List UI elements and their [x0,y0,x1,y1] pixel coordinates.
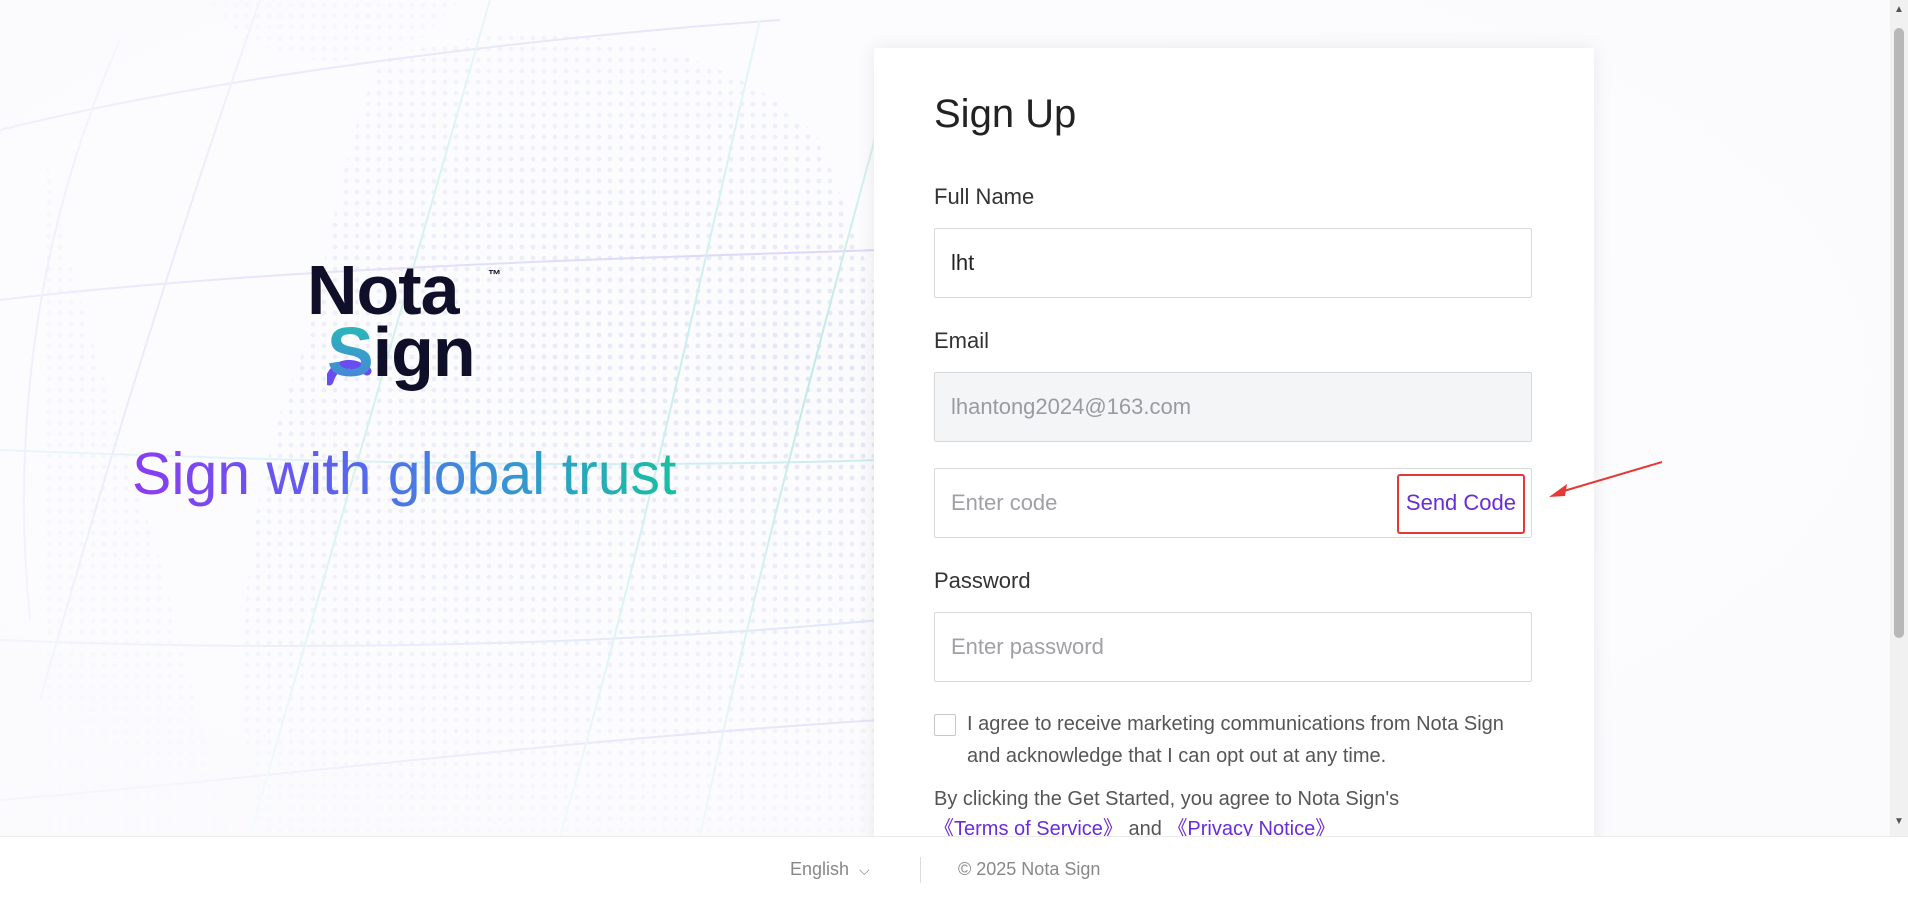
scrollbar-thumb[interactable] [1894,28,1904,638]
brand-panel: Nota ™ Sign Sign with global trust [0,0,874,836]
code-input[interactable]: Enter code Send Code [934,468,1532,538]
password-label: Password [934,568,1031,593]
full-name-input[interactable]: lht [934,228,1532,298]
scroll-up-icon[interactable]: ▲ [1894,4,1904,15]
language-label: English [790,859,850,879]
email-label: Email [934,328,990,353]
language-selector[interactable]: English ⌵ [790,859,870,880]
vertical-scrollbar[interactable]: ▲ ▼ [1890,0,1908,836]
copyright: © 2025 Nota Sign [958,859,1101,879]
terms-of-service-link[interactable]: 《Terms of Service》 [934,818,1123,836]
marketing-consent-text: I agree to receive marketing communicati… [967,713,1504,767]
page-title: Sign Up [934,92,1077,136]
send-code-button[interactable]: Send Code [1396,474,1525,534]
marketing-consent-checkbox[interactable] [934,714,956,736]
scroll-down-icon[interactable]: ▼ [1894,816,1904,827]
logo-letter-s: S [327,313,374,391]
terms-prefix: By clicking the Get Started, you agree t… [934,788,1400,810]
tagline: Sign with global trust [132,438,676,510]
footer-divider [920,857,921,883]
code-placeholder: Enter code [951,490,1058,515]
full-name-value: lht [951,250,975,275]
logo-trademark: ™ [488,267,501,282]
full-name-label: Full Name [934,184,1035,209]
footer: English ⌵ © 2025 Nota Sign [0,836,1908,904]
email-input: lhantong2024@163.com [934,372,1532,442]
logo-text-ign: ign [372,313,476,391]
password-input[interactable]: Enter password [934,612,1532,682]
arrow-icon [1549,461,1663,497]
privacy-notice-link[interactable]: 《Privacy Notice》 [1167,818,1335,836]
signup-card: Sign Up Full Name lht Email lhantong2024… [874,48,1594,836]
terms-notice: By clicking the Get Started, you agree t… [934,784,1534,836]
nota-sign-logo: Nota ™ Sign [305,255,535,395]
email-value: lhantong2024@163.com [951,394,1192,419]
logo-text-sign: Sign [327,317,476,387]
chevron-down-icon: ⌵ [859,862,870,878]
terms-and: and [1128,818,1162,836]
page-stage: Nota ™ Sign Sign with global trust Sign … [0,0,1890,836]
password-placeholder: Enter password [951,634,1104,659]
